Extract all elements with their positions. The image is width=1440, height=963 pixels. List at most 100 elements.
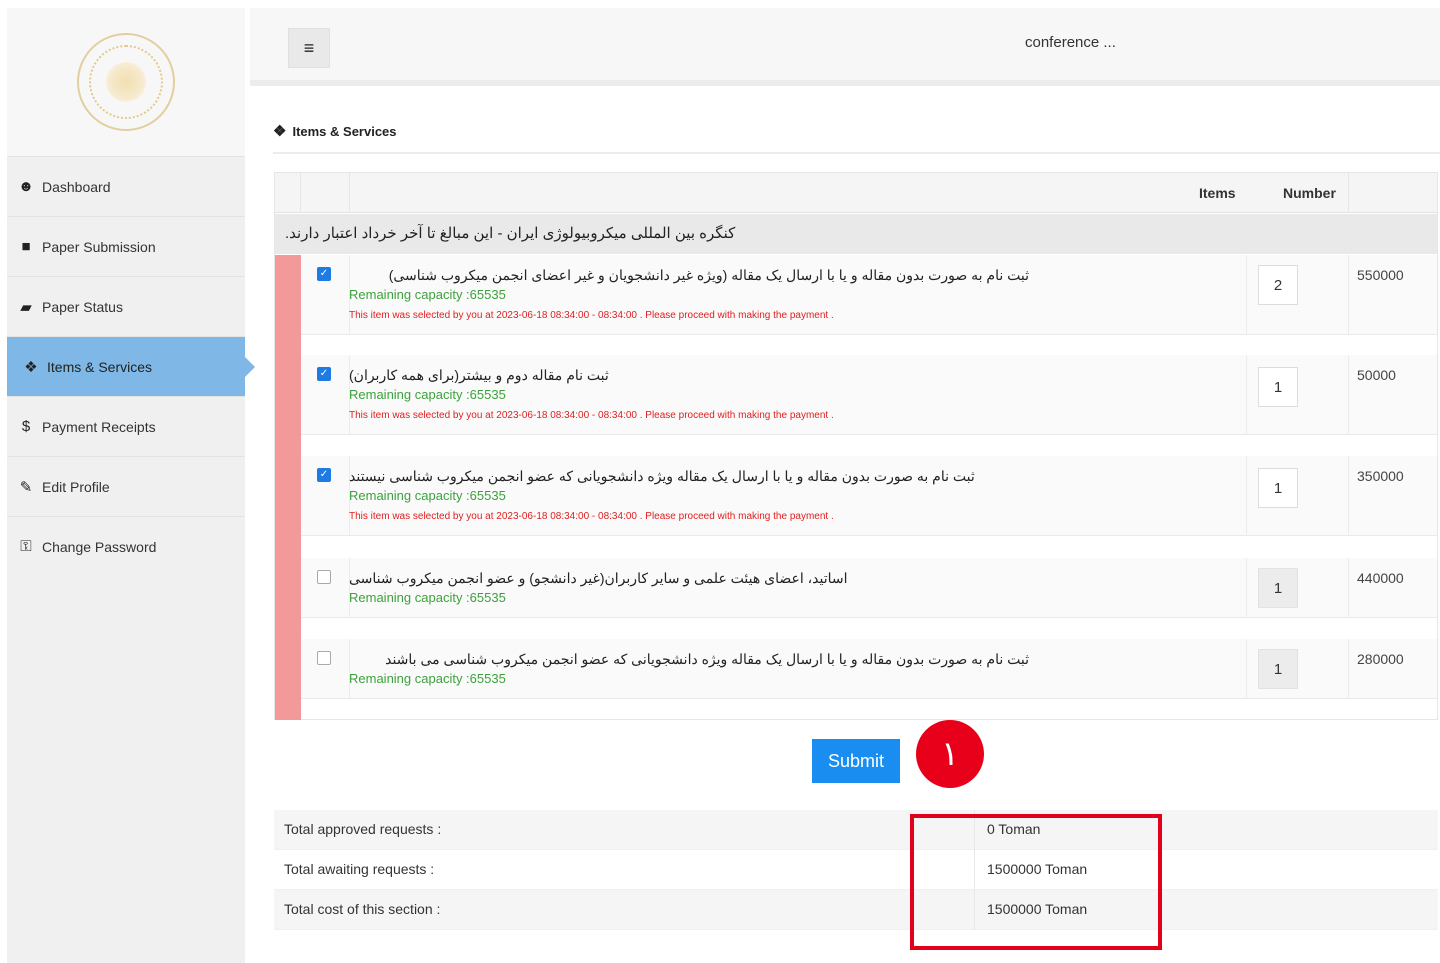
column-divider (1246, 355, 1247, 435)
item-notice: This item was selected by you at 2023-06… (349, 410, 834, 421)
page: ☻ Dashboard ■ Paper Submission ▰ Paper S… (0, 0, 1440, 963)
item-price: 440000 (1357, 570, 1404, 586)
group-header-row: کنگره بین المللی میکروبیولوژی ایران - ای… (275, 214, 1437, 254)
section-header: ❖ Items & Services (273, 110, 1440, 154)
quantity-input[interactable]: 1 (1258, 568, 1298, 608)
sidebar-item-label: Items & Services (47, 358, 153, 375)
item-description: ثبت نام به صورت بدون مقاله و یا با ارسال… (349, 649, 1029, 689)
sidebar-item-paper-submission[interactable]: ■ Paper Submission (7, 216, 245, 276)
item-price: 350000 (1357, 468, 1404, 484)
quantity-input[interactable]: 2 (1258, 265, 1298, 305)
quantity-input[interactable]: 1 (1258, 367, 1298, 407)
item-checkbox[interactable] (317, 651, 331, 665)
section-title: Items & Services (292, 123, 397, 139)
item-title: ثبت نام به صورت بدون مقاله و یا با ارسال… (388, 267, 1029, 283)
sidebar-item-items-services[interactable]: ❖ Items & Services (7, 336, 255, 396)
sidebar-item-label: Paper Submission (42, 238, 156, 255)
item-notice: This item was selected by you at 2023-06… (349, 310, 834, 321)
cubes-icon: ❖ (273, 123, 287, 140)
sidebar-item-change-password[interactable]: ⚿ Change Password (7, 516, 245, 576)
menu-toggle-button[interactable]: ≡ (288, 28, 330, 68)
item-price: 50000 (1357, 367, 1396, 383)
totals-row: Total awaiting requests : 1500000 Toman (274, 850, 1438, 890)
sidebar: ☻ Dashboard ■ Paper Submission ▰ Paper S… (7, 8, 255, 963)
item-price: 550000 (1357, 267, 1404, 283)
total-approved-label: Total approved requests : (284, 821, 442, 837)
selection-marker (275, 255, 301, 720)
column-divider (1348, 639, 1349, 699)
item-title: ثبت نام به صورت بدون مقاله و یا با ارسال… (349, 468, 975, 484)
edit-icon: ✎ (19, 478, 33, 496)
column-divider (1348, 355, 1349, 435)
sidebar-item-dashboard[interactable]: ☻ Dashboard (7, 156, 245, 216)
item-capacity: Remaining capacity :65535 (349, 287, 506, 302)
item-description: ثبت نام به صورت بدون مقاله و یا با ارسال… (349, 466, 1029, 528)
group-title: کنگره بین المللی میکروبیولوژی ایران - ای… (285, 225, 736, 242)
item-checkbox[interactable] (317, 570, 331, 584)
item-capacity: Remaining capacity :65535 (349, 488, 506, 503)
sidebar-item-paper-status[interactable]: ▰ Paper Status (7, 276, 245, 336)
quantity-input[interactable]: 1 (1258, 649, 1298, 689)
sidebar-item-label: Dashboard (42, 178, 111, 195)
totals-table: Total approved requests : 0 Toman Total … (274, 810, 1438, 932)
column-divider (349, 173, 350, 213)
column-divider (1348, 255, 1349, 335)
item-capacity: Remaining capacity :65535 (349, 387, 506, 402)
column-header-items: Items (1199, 185, 1236, 201)
table-row: ✓ ثبت نام مقاله دوم و بیشتر(برای همه کار… (301, 355, 1437, 435)
sidebar-item-label: Edit Profile (42, 478, 110, 495)
column-divider (1348, 173, 1349, 213)
table-header: Items Number (275, 173, 1437, 213)
table-row: ثبت نام به صورت بدون مقاله و یا با ارسال… (301, 639, 1437, 699)
folder-open-icon: ▰ (20, 298, 32, 316)
totals-row: Total cost of this section : 1500000 Tom… (274, 890, 1438, 930)
column-divider (1246, 639, 1247, 699)
column-divider (1246, 456, 1247, 536)
item-description: اساتید، اعضای هیئت علمی و سایر کاربران(غ… (349, 568, 1029, 608)
sidebar-item-payment-receipts[interactable]: $ Payment Receipts (7, 396, 245, 456)
total-awaiting-label: Total awaiting requests : (284, 861, 435, 877)
item-description: ثبت نام به صورت بدون مقاله و یا با ارسال… (349, 265, 1029, 327)
item-capacity: Remaining capacity :65535 (349, 590, 506, 605)
quantity-input[interactable]: 1 (1258, 468, 1298, 508)
submit-button[interactable]: Submit (812, 739, 900, 783)
annotation-highlight-box (910, 814, 1162, 950)
sidebar-item-label: Payment Receipts (42, 418, 156, 435)
item-checkbox[interactable]: ✓ (317, 267, 331, 281)
column-header-number: Number (1283, 185, 1336, 201)
dollar-icon: $ (21, 418, 31, 435)
table-row: ✓ ثبت نام به صورت بدون مقاله و یا با ارس… (301, 456, 1437, 536)
logo-ring (89, 45, 163, 119)
user-icon: ☻ (18, 178, 34, 195)
totals-row: Total approved requests : 0 Toman (274, 810, 1438, 850)
file-icon: ■ (21, 238, 31, 255)
table-row: اساتید، اعضای هیئت علمی و سایر کاربران(غ… (301, 558, 1437, 618)
item-notice: This item was selected by you at 2023-06… (349, 511, 834, 522)
society-logo (77, 33, 175, 131)
item-checkbox[interactable]: ✓ (317, 367, 331, 381)
top-header: ≡ conference ... (250, 8, 1440, 86)
column-divider (1246, 558, 1247, 618)
column-divider (300, 173, 301, 213)
cubes-icon: ❖ (24, 358, 38, 376)
table-row: ✓ ثبت نام به صورت بدون مقاله و یا با ارس… (301, 255, 1437, 335)
sidebar-item-label: Change Password (42, 538, 157, 555)
logo-area (7, 8, 245, 156)
item-title: ثبت نام مقاله دوم و بیشتر(برای همه کاربر… (349, 367, 609, 383)
column-divider (1246, 255, 1247, 335)
item-capacity: Remaining capacity :65535 (349, 671, 506, 686)
hamburger-icon: ≡ (303, 37, 315, 58)
item-price: 280000 (1357, 651, 1404, 667)
conference-title: conference ... (1025, 34, 1116, 51)
column-divider (1348, 456, 1349, 536)
column-divider (1348, 558, 1349, 618)
item-title: اساتید، اعضای هیئت علمی و سایر کاربران(غ… (349, 570, 848, 586)
logo-emblem (106, 62, 146, 102)
step-marker-badge: ١ (916, 720, 984, 788)
item-description: ثبت نام مقاله دوم و بیشتر(برای همه کاربر… (349, 365, 1029, 427)
item-checkbox[interactable]: ✓ (317, 468, 331, 482)
sidebar-item-label: Paper Status (42, 298, 123, 315)
item-title: ثبت نام به صورت بدون مقاله و یا با ارسال… (385, 651, 1029, 667)
sidebar-item-edit-profile[interactable]: ✎ Edit Profile (7, 456, 245, 516)
total-cost-label: Total cost of this section : (284, 901, 441, 917)
